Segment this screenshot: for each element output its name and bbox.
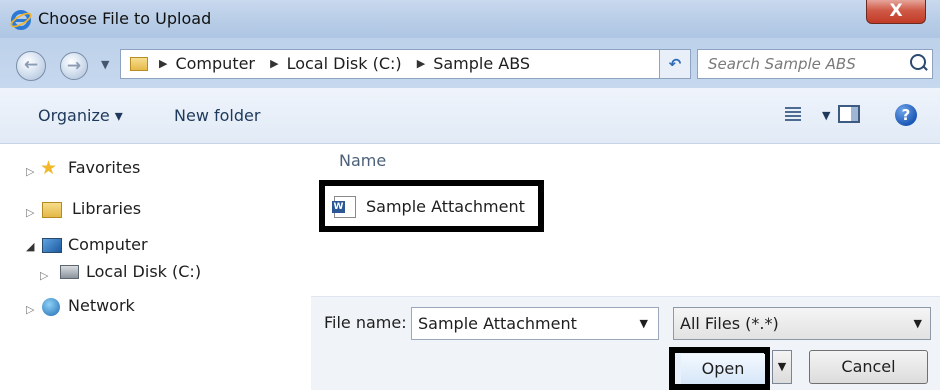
refresh-button[interactable]: ↶ — [659, 49, 691, 79]
back-button[interactable]: ← — [16, 51, 46, 81]
open-options-dropdown[interactable]: ▼ — [772, 350, 792, 384]
star-icon: ★ — [40, 157, 58, 179]
disk-icon — [60, 265, 79, 279]
file-name-input[interactable]: Sample Attachment ▼ — [411, 307, 659, 340]
new-folder-button[interactable]: New folder — [174, 106, 260, 125]
expand-arrow-icon[interactable]: ▷ — [26, 206, 34, 219]
sidebar-item-local-disk[interactable]: Local Disk (C:) — [86, 262, 201, 281]
organize-button[interactable]: Organize ▾ — [38, 106, 123, 125]
file-type-value: All Files (*.*) — [680, 314, 779, 333]
window-title: Choose File to Upload — [38, 9, 212, 28]
refresh-icon: ↶ — [668, 55, 682, 73]
chevron-down-icon: ▼ — [777, 360, 787, 373]
search-placeholder: Search Sample ABS — [708, 55, 856, 73]
expand-arrow-icon[interactable]: ▷ — [26, 303, 34, 316]
expand-arrow-icon[interactable]: ▷ — [26, 165, 34, 178]
open-button[interactable]: Open — [681, 354, 765, 384]
file-name-label: File name: — [324, 313, 407, 332]
libraries-icon — [42, 202, 62, 218]
cancel-button[interactable]: Cancel — [809, 350, 928, 384]
internet-explorer-icon — [10, 10, 32, 30]
chevron-right-icon[interactable]: ▶ — [270, 57, 278, 70]
recent-pages-dropdown-icon[interactable]: ▼ — [101, 58, 109, 71]
file-type-select[interactable]: All Files (*.*) ▼ — [673, 307, 931, 340]
chevron-down-icon[interactable]: ▼ — [914, 317, 922, 330]
change-view-icon[interactable] — [785, 107, 801, 123]
sidebar-item-libraries[interactable]: Libraries — [72, 199, 141, 218]
breadcrumb: ▶ Computer ▶ Local Disk (C:) ▶ Sample ABS — [159, 54, 540, 73]
name-column-header[interactable]: Name — [339, 151, 386, 170]
close-button[interactable]: X — [866, 0, 926, 24]
expand-arrow-icon[interactable]: ▷ — [40, 269, 48, 282]
forward-arrow-icon: → — [66, 56, 82, 76]
computer-icon — [42, 238, 62, 253]
collapse-arrow-icon[interactable]: ◢ — [26, 240, 34, 253]
title-bar: Choose File to Upload X — [0, 0, 940, 38]
help-icon[interactable]: ? — [895, 104, 917, 126]
back-arrow-icon: ← — [23, 55, 39, 75]
breadcrumb-sample-abs[interactable]: Sample ABS — [433, 54, 530, 73]
folder-icon — [130, 57, 148, 71]
address-bar[interactable]: ▶Computer ▶Local Disk (C:) ▶Sample ABS ▼ — [120, 49, 688, 79]
view-dropdown-icon[interactable]: ▼ — [822, 109, 830, 122]
sidebar-item-network[interactable]: Network — [68, 296, 135, 315]
forward-button[interactable]: → — [60, 52, 88, 80]
search-input[interactable]: Search Sample ABS — [697, 49, 933, 79]
command-bar: Organize ▾ New folder ▼ ? — [0, 88, 940, 144]
breadcrumb-local-disk[interactable]: Local Disk (C:) — [287, 54, 402, 73]
file-name-label[interactable]: Sample Attachment — [366, 197, 525, 216]
sidebar-item-favorites[interactable]: Favorites — [68, 158, 140, 177]
sidebar-item-computer[interactable]: Computer — [68, 235, 148, 254]
chevron-right-icon[interactable]: ▶ — [159, 57, 167, 70]
network-icon — [42, 298, 60, 316]
breadcrumb-computer[interactable]: Computer — [175, 54, 255, 73]
preview-pane-icon[interactable] — [838, 105, 860, 123]
chevron-down-icon[interactable]: ▼ — [640, 317, 648, 330]
search-icon — [910, 54, 926, 70]
chevron-right-icon[interactable]: ▶ — [417, 57, 425, 70]
file-name-value[interactable]: Sample Attachment — [418, 314, 577, 333]
word-document-icon: W — [332, 196, 356, 218]
